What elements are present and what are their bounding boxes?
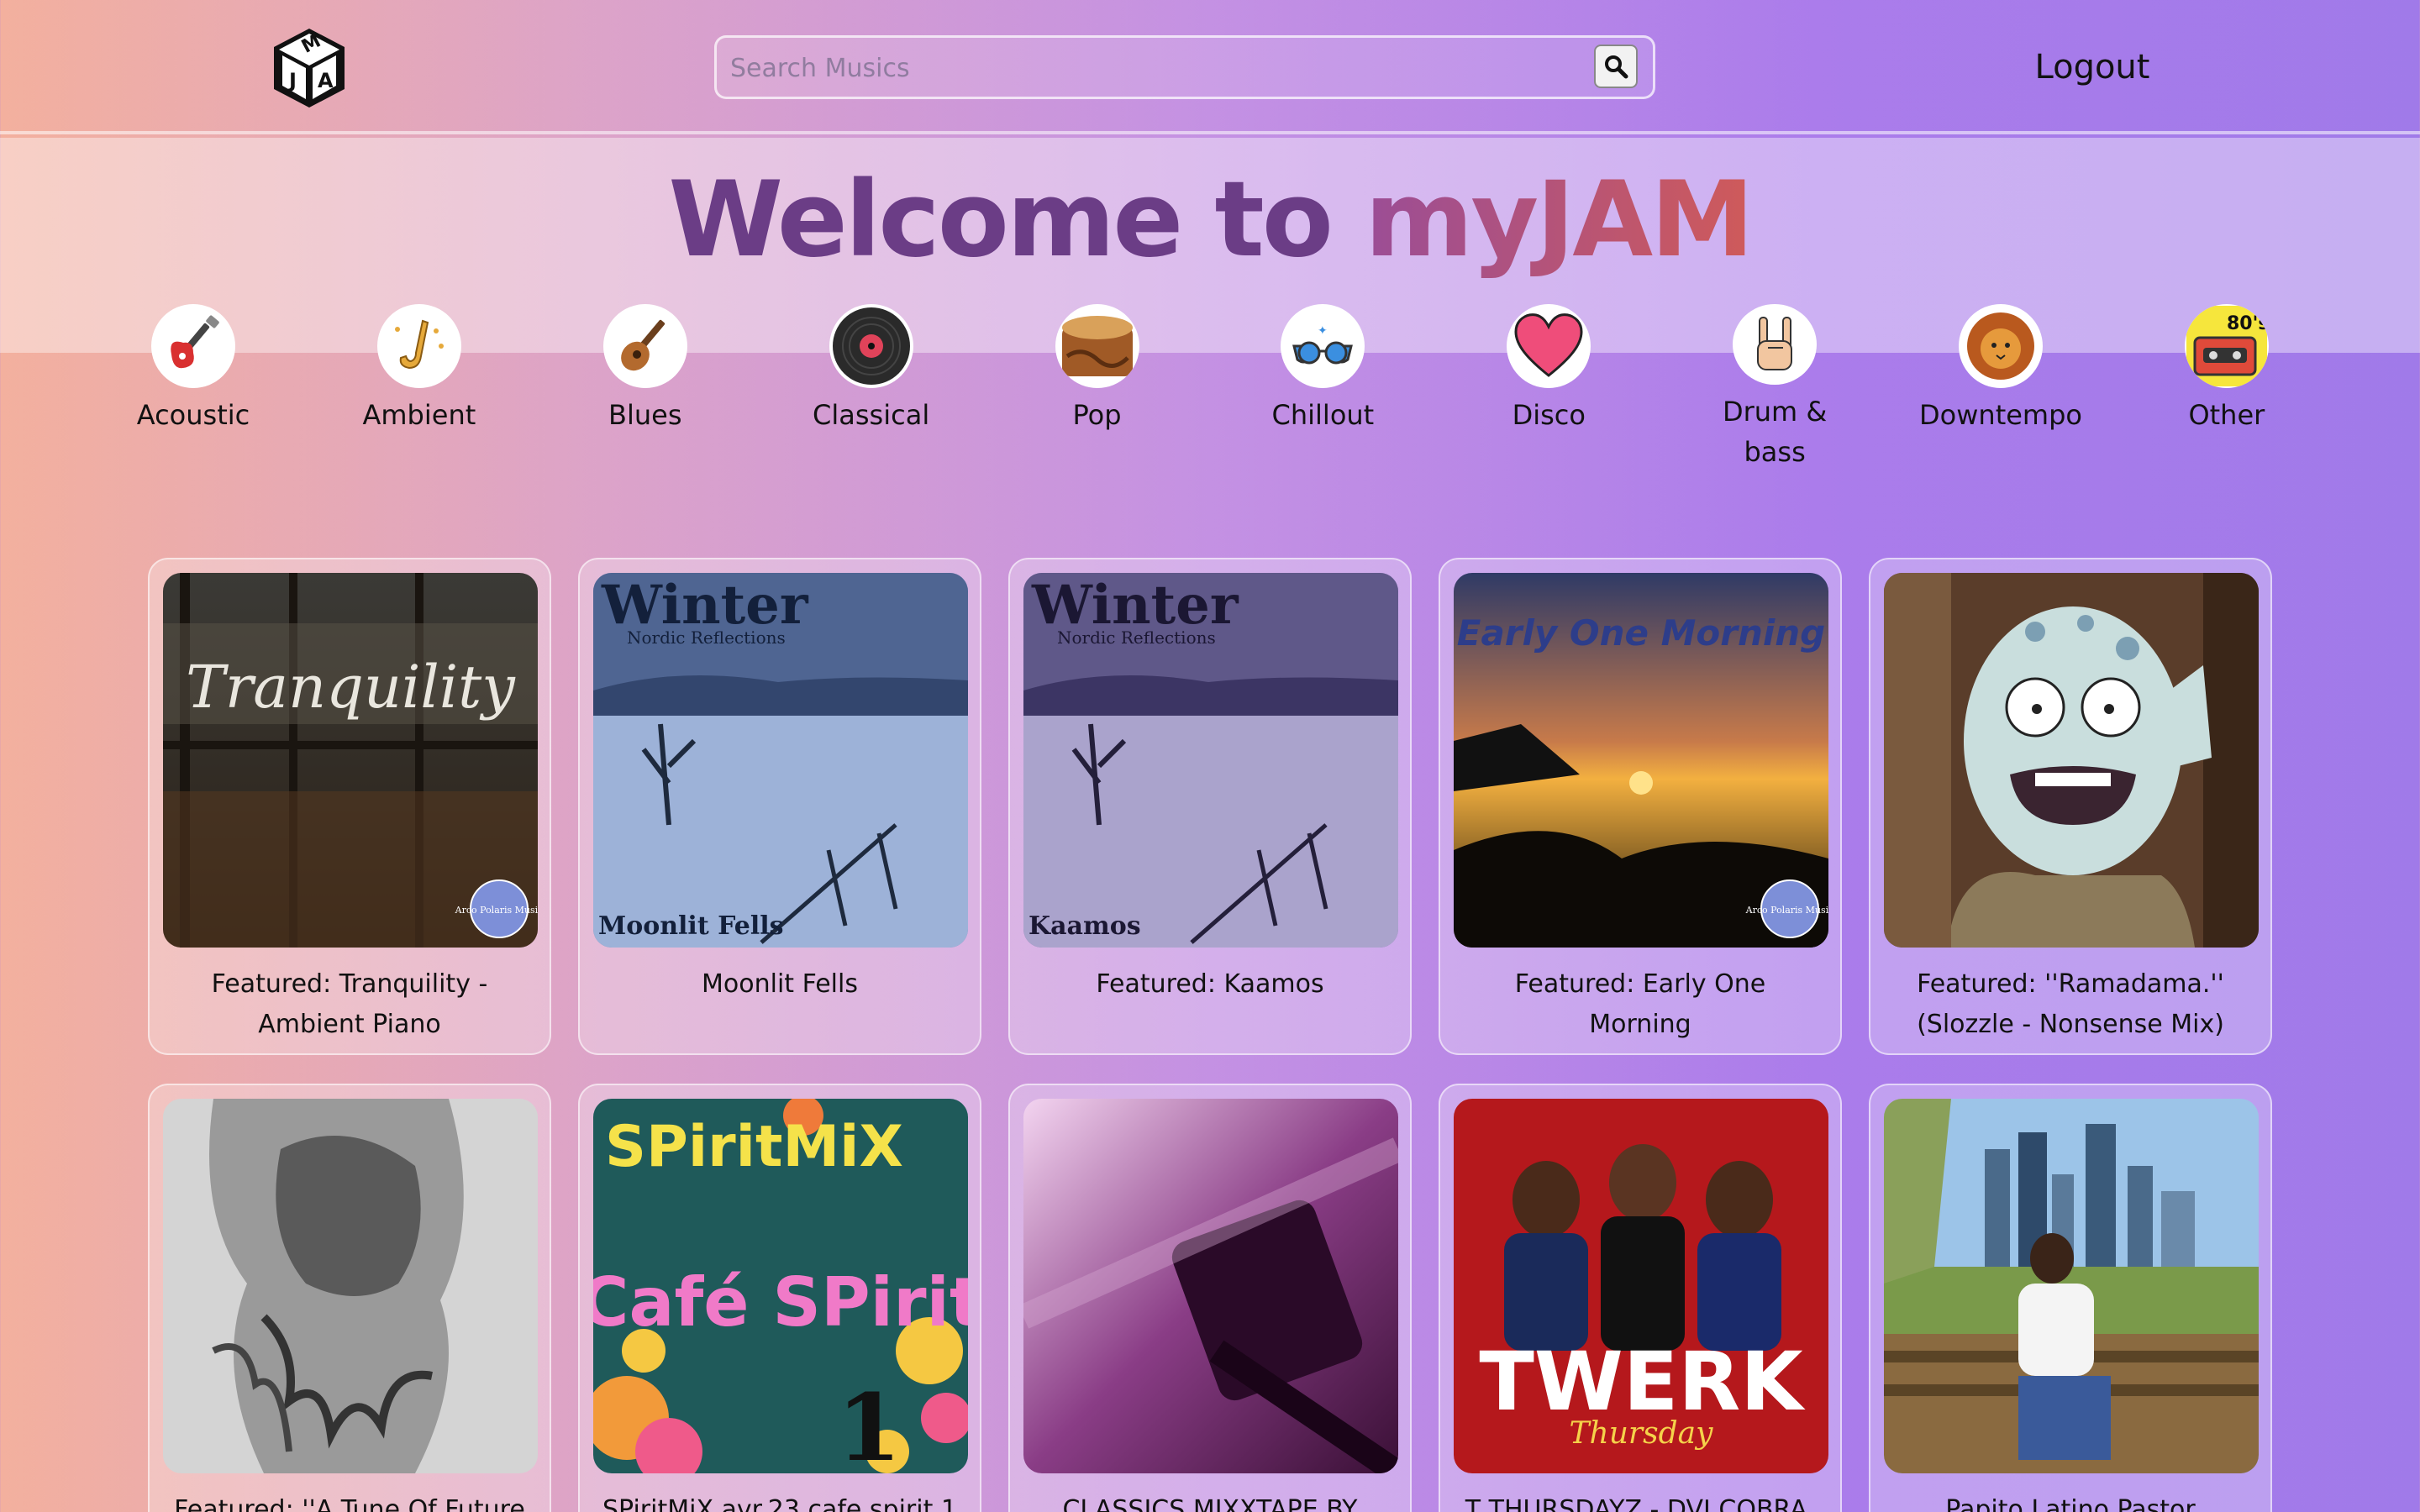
genre-label: Acoustic xyxy=(136,399,250,431)
welcome-prefix: Welcome to xyxy=(668,160,1334,281)
top-nav: M J A Logout xyxy=(0,0,2420,134)
svg-text:J: J xyxy=(287,69,297,92)
genre-pop[interactable]: Pop xyxy=(1013,304,1181,472)
track-artwork: SPiritMiX Café SPirit 1 xyxy=(593,1099,968,1473)
svg-text:Thursday: Thursday xyxy=(1570,1416,1714,1451)
svg-text:80's: 80's xyxy=(2227,313,2267,334)
search-button[interactable] xyxy=(1594,45,1638,88)
vinyl-record-icon xyxy=(829,304,913,388)
genre-label: Other xyxy=(2188,399,2265,431)
track-card[interactable]: CLASSICS MIXXTAPE BY xyxy=(1008,1084,1412,1512)
track-title: SPiritMiX.avr.23.cafe.spirit.1 xyxy=(602,1495,957,1512)
acoustic-guitar-icon xyxy=(602,304,687,388)
track-card[interactable]: Featured: ''A Tune Of Future xyxy=(148,1084,551,1512)
genre-drum-and-bass[interactable]: Drum & bass xyxy=(1691,304,1859,472)
track-title: Featured: Kaamos xyxy=(1096,969,1324,999)
track-card[interactable]: Winter Nordic Reflections Kaamos Feature… xyxy=(1008,558,1412,1055)
drum-icon xyxy=(1055,304,1139,388)
track-title: CLASSICS MIXXTAPE BY xyxy=(1062,1495,1358,1512)
genre-acoustic[interactable]: Acoustic xyxy=(109,304,277,472)
rock-hand-icon xyxy=(1733,304,1818,385)
genre-classical[interactable]: Classical xyxy=(787,304,955,472)
svg-text:Moonlit Fells: Moonlit Fells xyxy=(598,911,784,941)
track-title: Moonlit Fells xyxy=(702,969,858,999)
logout-link[interactable]: Logout xyxy=(2017,42,2168,92)
search-bar xyxy=(714,35,1655,99)
track-grid: Tranquility Arco Polaris Music Featured:… xyxy=(148,558,2272,1512)
track-title: Featured: Tranquility - Ambient Piano xyxy=(211,969,488,1039)
genre-label: Disco xyxy=(1512,399,1586,431)
track-artwork: Early One Morning Arco Polaris Music xyxy=(1454,573,1828,948)
sunglasses-icon: ✦ xyxy=(1281,304,1365,388)
svg-text:Tranquility: Tranquility xyxy=(186,653,516,722)
track-artwork: Winter Nordic Reflections Kaamos xyxy=(1023,573,1398,948)
track-artwork: Winter Nordic Reflections Moonlit Fells xyxy=(593,573,968,948)
brand-name: myJAM xyxy=(1365,160,1754,281)
track-card[interactable]: Papito Latino Pastor xyxy=(1869,1084,2272,1512)
track-card[interactable]: Tranquility Arco Polaris Music Featured:… xyxy=(148,558,551,1055)
svg-text:Café SPirit: Café SPirit xyxy=(593,1263,968,1341)
genre-ambient[interactable]: Ambient xyxy=(335,304,503,472)
track-card[interactable]: Winter Nordic Reflections Moonlit Fells … xyxy=(578,558,981,1055)
genre-label: Ambient xyxy=(362,399,476,431)
track-title: Papito Latino Pastor xyxy=(1945,1495,2196,1512)
genre-blues[interactable]: Blues xyxy=(561,304,729,472)
svg-text:1: 1 xyxy=(837,1373,902,1473)
track-artwork xyxy=(1884,1099,2259,1473)
svg-text:Kaamos: Kaamos xyxy=(1028,911,1141,941)
svg-text:Arco Polaris Music: Arco Polaris Music xyxy=(455,905,538,916)
track-title: Featured: Early One Morning xyxy=(1514,969,1766,1039)
genre-disco[interactable]: Disco xyxy=(1465,304,1633,472)
svg-text:Nordic Reflections: Nordic Reflections xyxy=(1057,627,1216,648)
track-card[interactable]: Early One Morning Arco Polaris Music Fea… xyxy=(1439,558,1842,1055)
track-artwork: Tranquility Arco Polaris Music xyxy=(163,573,538,948)
genre-label: Classical xyxy=(813,399,930,431)
genre-list: Acoustic Ambient Blues Classical Pop ✦ C… xyxy=(109,304,2311,472)
saxophone-icon xyxy=(376,304,461,388)
electric-guitar-icon xyxy=(151,304,235,388)
track-title: T THURSDAYZ - DVJ COBRA, xyxy=(1465,1495,1816,1512)
myjam-logo[interactable]: M J A xyxy=(271,25,348,109)
svg-text:SPiritMiX: SPiritMiX xyxy=(605,1114,903,1180)
track-artwork xyxy=(1884,573,2259,948)
cassette-80s-icon: 80's xyxy=(2184,304,2269,388)
search-icon xyxy=(1605,55,1628,79)
track-artwork: TWERK Thursday xyxy=(1454,1099,1828,1473)
genre-other[interactable]: 80's Other xyxy=(2143,304,2311,472)
heart-icon xyxy=(1507,304,1591,388)
track-artwork xyxy=(163,1099,538,1473)
svg-text:Arco Polaris Music: Arco Polaris Music xyxy=(1745,905,1828,916)
page-title: Welcome to myJAM xyxy=(0,160,2420,281)
svg-text:✦: ✦ xyxy=(1318,324,1328,338)
lion-icon xyxy=(1959,304,2043,388)
svg-text:A: A xyxy=(318,69,334,92)
genre-label: Drum & bass xyxy=(1722,396,1828,468)
genre-label: Downtempo xyxy=(1919,399,2082,431)
track-card[interactable]: SPiritMiX Café SPirit 1 SPiritMiX.avr.23… xyxy=(578,1084,981,1512)
svg-text:Nordic Reflections: Nordic Reflections xyxy=(627,627,786,648)
search-input[interactable] xyxy=(730,45,1570,92)
genre-chillout[interactable]: ✦ Chillout xyxy=(1239,304,1407,472)
track-card[interactable]: Featured: ''Ramadama.'' (Slozzle - Nonse… xyxy=(1869,558,2272,1055)
genre-label: Chillout xyxy=(1271,399,1375,431)
svg-text:Early One Morning: Early One Morning xyxy=(1457,612,1825,654)
genre-label: Blues xyxy=(608,399,682,431)
track-title: Featured: ''A Tune Of Future xyxy=(174,1495,525,1512)
track-title: Featured: ''Ramadama.'' (Slozzle - Nonse… xyxy=(1917,969,2224,1039)
track-card[interactable]: TWERK Thursday T THURSDAYZ - DVJ COBRA, xyxy=(1439,1084,1842,1512)
svg-text:TWERK: TWERK xyxy=(1479,1335,1806,1429)
track-artwork xyxy=(1023,1099,1398,1473)
genre-label: Pop xyxy=(1072,399,1122,431)
genre-downtempo[interactable]: Downtempo xyxy=(1917,304,2085,472)
